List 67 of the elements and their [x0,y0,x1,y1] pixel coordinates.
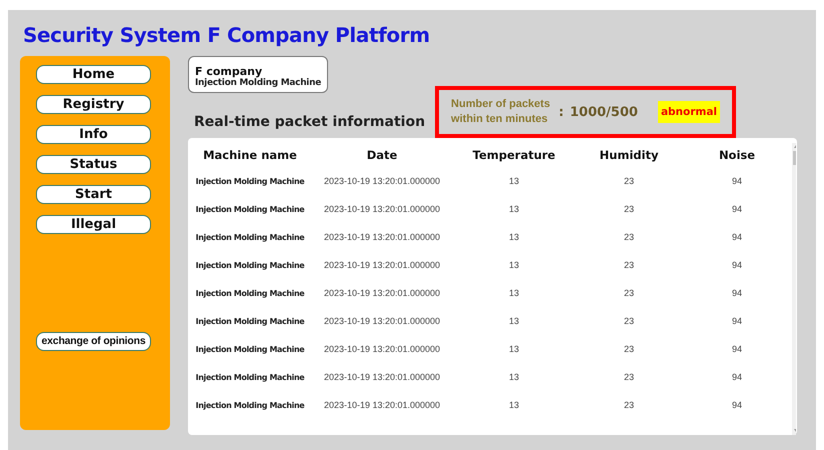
table-cell: 23 [624,372,634,382]
column-header: Noise [718,148,756,162]
nav-button[interactable]: Home [36,65,151,84]
column-header: Temperature [472,148,556,162]
table-cell: 2023-10-19 13:20:01.000000 [324,372,440,382]
nav-button[interactable]: Registry [36,95,151,114]
table-cell: 94 [732,400,742,410]
table-cell: 13 [508,288,519,298]
table-cell: 2023-10-19 13:20:01.000000 [324,316,440,326]
table-cell: 13 [508,176,519,186]
machine-select[interactable]: F company Injection Molding Machine [188,56,328,93]
table-cell: Injection Molding Machine [196,288,304,298]
table-cell: 13 [508,344,519,354]
column-header: Date [366,148,398,162]
scrollbar[interactable] [792,143,796,435]
table-cell: 94 [732,372,742,382]
table-cell: 2023-10-19 13:20:01.000000 [324,176,440,186]
column-header: Humidity [600,148,658,162]
nav-button[interactable]: Info [36,125,151,144]
table-cell: 94 [732,176,742,186]
table-cell: 94 [732,260,742,270]
page-title: Security System F Company Platform [22,22,431,49]
table-cell: 23 [624,176,634,186]
table-cell: 13 [508,260,519,270]
table-cell: Injection Molding Machine [196,204,304,214]
opinions-button[interactable]: exchange of opinions [36,332,151,351]
table-cell: 2023-10-19 13:20:01.000000 [324,204,440,214]
table-cell: 2023-10-19 13:20:01.000000 [324,232,440,242]
table-cell: 13 [508,400,519,410]
table-cell: 2023-10-19 13:20:01.000000 [324,288,440,298]
table-cell: Injection Molding Machine [196,316,304,326]
table-cell: Injection Molding Machine [196,372,304,382]
table-cell: 13 [508,204,519,214]
table-cell: 94 [732,232,742,242]
packet-label: Number of packets within ten minutes [451,97,552,127]
section-title: Real-time packet information [193,114,426,132]
table-cell: 23 [624,232,634,242]
table-cell: 2023-10-19 13:20:01.000000 [324,344,440,354]
select-machine: Injection Molding Machine [195,78,321,88]
table-cell: 23 [624,260,634,270]
nav-button[interactable]: Start [36,185,151,204]
table-cell: 94 [732,344,742,354]
table-cell: 23 [624,316,634,326]
select-company: F company [195,65,264,78]
table-cell: 23 [624,344,634,354]
nav-button[interactable]: Illegal [36,215,151,234]
table-cell: Injection Molding Machine [196,344,304,354]
table-cell: 2023-10-19 13:20:01.000000 [324,400,440,410]
status-badge: abnormal [658,101,720,123]
table-cell: Injection Molding Machine [196,232,304,242]
table-cell: Injection Molding Machine [196,176,304,186]
nav-button[interactable]: Status [36,155,151,174]
table-cell: 23 [624,400,634,410]
table-cell: 2023-10-19 13:20:01.000000 [324,260,440,270]
table-cell: 23 [624,204,634,214]
table-cell: Injection Molding Machine [196,400,304,410]
table-cell: 94 [732,316,742,326]
table-cell: 94 [732,288,742,298]
table-cell: 13 [508,232,519,242]
table-cell: 13 [508,316,519,326]
column-header: Machine name [203,148,297,162]
packet-count: 1000/500 [570,104,638,120]
table-cell: 23 [624,288,634,298]
table-cell: 13 [508,372,519,382]
table-cell: Injection Molding Machine [196,260,304,270]
table-cell: 94 [732,204,742,214]
colon-separator: : [558,104,564,120]
